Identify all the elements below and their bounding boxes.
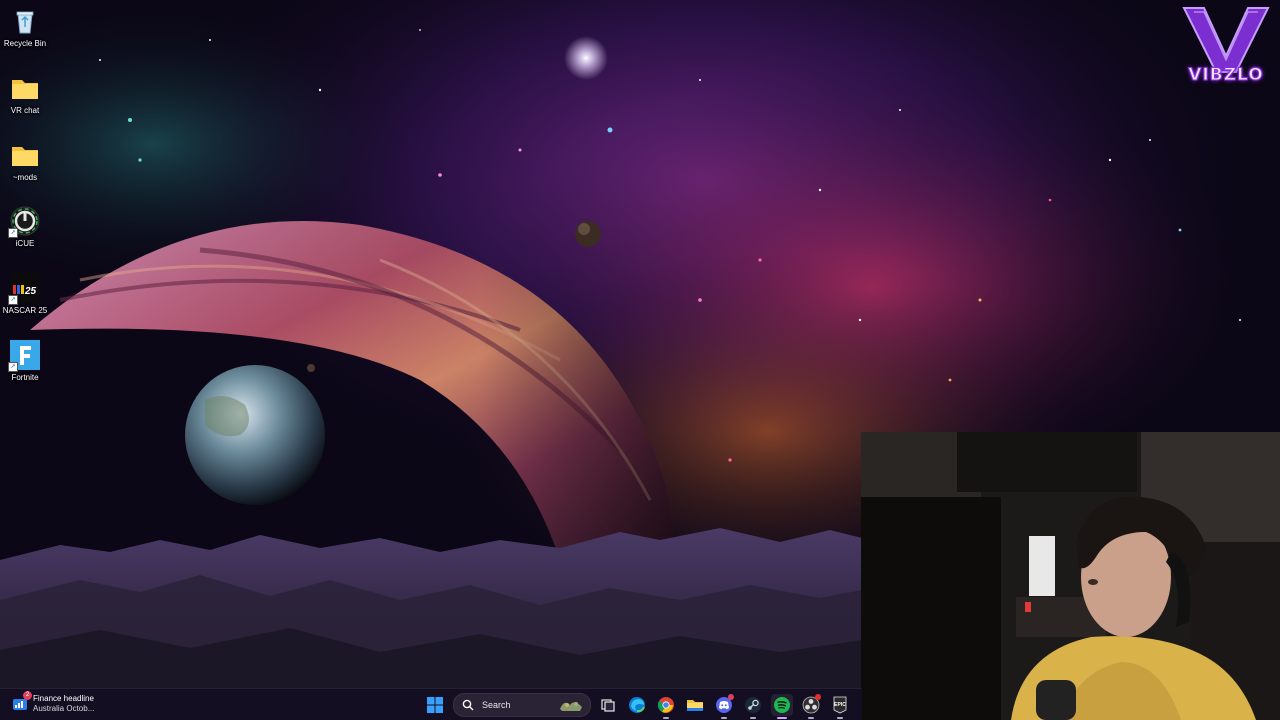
news-widget[interactable]: 2 Finance headline Australia Octob...	[12, 691, 95, 714]
notification-badge: 2	[23, 691, 32, 700]
running-indicator	[808, 717, 814, 719]
desktop-icon-vr-chat[interactable]: VR chat	[0, 67, 50, 127]
fortnite-icon: ↗	[8, 340, 40, 372]
icue-icon: ↗	[8, 206, 40, 238]
running-indicator	[777, 717, 787, 719]
webcam-feed	[861, 432, 1280, 720]
desktop-icon-label: NASCAR 25	[2, 306, 48, 315]
running-indicator	[663, 717, 669, 719]
desktop-icon-icue[interactable]: ↗ iCUE	[0, 200, 50, 260]
taskbar-search[interactable]: Search	[453, 693, 591, 717]
obs-button[interactable]	[800, 694, 822, 719]
desktop-icon-label: iCUE	[15, 239, 35, 248]
chrome-icon	[657, 697, 674, 713]
steam-icon	[745, 697, 761, 713]
shortcut-arrow-icon: ↗	[8, 362, 18, 372]
file-explorer-icon	[687, 700, 703, 711]
running-indicator	[750, 717, 756, 719]
desktop-icon-label: VR chat	[10, 106, 40, 115]
svg-text:EPIC: EPIC	[834, 702, 846, 708]
steam-button[interactable]	[742, 694, 764, 719]
discord-notification-dot	[728, 694, 734, 700]
nascar-25-icon: 25 ↗	[8, 273, 40, 305]
windows-start-icon	[427, 697, 443, 713]
taskbar: 2 Finance headline Australia Octob... Se…	[0, 688, 862, 720]
edge-icon	[629, 697, 645, 713]
spotify-button[interactable]	[771, 694, 793, 719]
file-explorer-button[interactable]	[684, 694, 706, 716]
folder-icon	[10, 140, 40, 170]
task-view-button[interactable]	[597, 694, 619, 716]
desktop-icon-mods[interactable]: ~mods	[0, 134, 50, 194]
webcam-overlay	[861, 432, 1280, 720]
shortcut-arrow-icon: ↗	[8, 228, 18, 238]
running-indicator	[721, 717, 727, 719]
svg-text:25: 25	[24, 286, 37, 297]
desktop-icon-nascar-25[interactable]: 25 ↗ NASCAR 25	[0, 267, 50, 327]
desktop-icon-label: Recycle Bin	[3, 39, 47, 48]
taskbar-center: Search EPIC	[424, 693, 858, 719]
spotify-icon	[774, 697, 790, 713]
widget-title: Finance headline	[33, 694, 94, 703]
task-view-icon	[601, 699, 615, 712]
logo-text: VIBZLO	[1188, 65, 1264, 86]
search-placeholder: Search	[482, 700, 511, 710]
chrome-button[interactable]	[655, 694, 677, 719]
recycle-bin-icon	[10, 6, 40, 36]
channel-logo: VIBZLO	[1180, 6, 1272, 90]
recording-dot	[815, 694, 821, 700]
desktop-icon-recycle-bin[interactable]: Recycle Bin	[0, 0, 50, 60]
start-button[interactable]	[424, 694, 446, 716]
widget-subtitle: Australia Octob...	[33, 704, 95, 713]
search-icon	[462, 699, 474, 711]
edge-button[interactable]	[626, 694, 648, 716]
search-highlight-icon	[560, 702, 582, 711]
running-indicator	[837, 717, 843, 719]
folder-icon	[10, 73, 40, 103]
desktop-icon-label: Fortnite	[11, 373, 39, 382]
discord-button[interactable]	[713, 694, 735, 719]
finance-news-icon: 2	[12, 691, 32, 712]
shortcut-arrow-icon: ↗	[8, 295, 18, 305]
desktop-icon-fortnite[interactable]: ↗ Fortnite	[0, 334, 50, 394]
epic-games-icon: EPIC	[833, 696, 847, 714]
epic-games-button[interactable]: EPIC	[829, 694, 851, 719]
desktop-icon-label: ~mods	[12, 173, 38, 182]
